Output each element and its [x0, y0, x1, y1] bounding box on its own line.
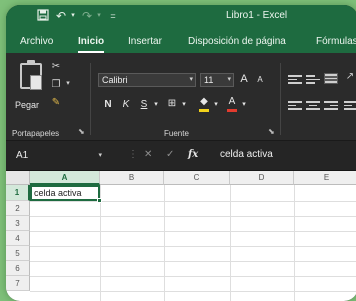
underline-dropdown-icon[interactable]: ▾ — [150, 100, 162, 108]
window-title: Libro1 - Excel — [226, 10, 288, 21]
active-cell-a1[interactable]: celda activa — [30, 185, 100, 201]
row-gridline — [30, 201, 356, 202]
cancel-icon[interactable]: ✕ — [144, 149, 152, 160]
font-color-swatch — [227, 109, 237, 112]
group-divider — [90, 63, 91, 135]
excel-window: ↶ ▾ ↷ ▾ = Libro1 - Excel Archivo Inicio … — [6, 5, 356, 301]
borders-icon[interactable]: ⊞ — [166, 98, 178, 109]
format-painter-icon[interactable]: ✎ — [50, 97, 62, 108]
bold-button[interactable]: N — [102, 99, 114, 110]
row-gridline — [30, 291, 356, 292]
font-color-dropdown-icon[interactable]: ▾ — [238, 100, 250, 108]
align-left-icon[interactable] — [288, 101, 302, 112]
clipboard-dialog-launcher-icon[interactable]: ⬊ — [78, 127, 85, 136]
column-header-a[interactable]: A — [30, 171, 100, 185]
font-size-select[interactable]: 11 ▾ — [200, 73, 234, 87]
row-gridline — [30, 216, 356, 217]
tab-inicio[interactable]: Inicio — [78, 36, 105, 53]
fill-color-icon[interactable]: ◆ — [198, 96, 210, 107]
column-gridline — [164, 185, 165, 301]
more-options-icon[interactable]: ⋮ — [128, 149, 138, 160]
align-center-icon[interactable] — [306, 101, 320, 112]
align-top-icon[interactable] — [288, 75, 302, 86]
ribbon-tabs: Archivo Inicio Insertar Disposición de p… — [6, 27, 356, 53]
column-header-c[interactable]: C — [164, 171, 230, 185]
worksheet-grid[interactable]: A B C D E 1 2 3 4 5 6 7 celda activa — [6, 171, 356, 301]
chevron-down-icon: ▾ — [227, 76, 231, 83]
ribbon: Pegar ✂ ❐ ▾ ✎ Portapapeles ⬊ Calibri ▾ 1… — [6, 53, 356, 141]
column-gridline — [230, 185, 231, 301]
customize-toolbar-icon[interactable]: = — [106, 9, 120, 23]
column-header-e[interactable]: E — [294, 171, 356, 185]
row-header-5[interactable]: 5 — [6, 246, 30, 261]
column-header-b[interactable]: B — [100, 171, 164, 185]
fill-handle[interactable] — [97, 198, 102, 203]
cut-icon[interactable]: ✂ — [50, 61, 62, 72]
save-icon[interactable] — [36, 9, 50, 23]
row-gridline — [30, 261, 356, 262]
undo-dropdown-icon[interactable]: ▾ — [66, 9, 80, 23]
align-middle-icon[interactable] — [306, 75, 320, 86]
row-header-1[interactable]: 1 — [6, 185, 30, 201]
chevron-down-icon: ▾ — [189, 76, 193, 83]
row-header-7[interactable]: 7 — [6, 276, 30, 291]
font-dialog-launcher-icon[interactable]: ⬊ — [268, 127, 275, 136]
column-gridline — [294, 185, 295, 301]
align-bottom-icon[interactable] — [324, 73, 338, 84]
row-header-4[interactable]: 4 — [6, 231, 30, 246]
grow-font-button[interactable]: A — [238, 73, 250, 85]
tab-insertar[interactable]: Insertar — [128, 36, 162, 47]
fill-color-swatch — [199, 109, 209, 112]
font-name-select[interactable]: Calibri ▾ — [98, 73, 196, 87]
row-gridline — [30, 231, 356, 232]
clipboard-group-label: Portapapeles — [12, 129, 60, 138]
select-all-button[interactable] — [6, 171, 30, 185]
font-color-icon[interactable]: A — [226, 96, 238, 107]
column-header-d[interactable]: D — [230, 171, 294, 185]
decrease-indent-icon[interactable] — [344, 101, 356, 112]
tab-disposicion-pagina[interactable]: Disposición de página — [188, 36, 286, 47]
borders-dropdown-icon[interactable]: ▾ — [178, 100, 190, 108]
copy-icon[interactable]: ❐ — [50, 79, 62, 90]
title-bar: ↶ ▾ ↷ ▾ = Libro1 - Excel — [6, 5, 356, 27]
align-right-icon[interactable] — [324, 101, 338, 112]
row-gridline — [30, 246, 356, 247]
formula-bar: A1 ▾ ⋮ ✕ ✓ fx celda activa — [6, 141, 356, 171]
tab-archivo[interactable]: Archivo — [20, 36, 53, 47]
formula-input[interactable]: celda activa — [220, 149, 273, 160]
chevron-down-icon: ▾ — [98, 152, 102, 159]
enter-icon[interactable]: ✓ — [166, 149, 174, 160]
name-box[interactable]: A1 ▾ — [10, 147, 106, 165]
font-group-label: Fuente — [164, 129, 189, 138]
copy-dropdown-icon[interactable]: ▾ — [62, 79, 74, 87]
insert-function-button[interactable]: fx — [188, 149, 198, 160]
orientation-icon[interactable]: ↗ — [344, 71, 356, 82]
group-divider — [280, 63, 281, 135]
row-header-2[interactable]: 2 — [6, 201, 30, 216]
row-header-6[interactable]: 6 — [6, 261, 30, 276]
italic-button[interactable]: K — [120, 99, 132, 110]
row-header-3[interactable]: 3 — [6, 216, 30, 231]
underline-button[interactable]: S — [138, 99, 150, 110]
shrink-font-button[interactable]: A — [254, 75, 266, 84]
tab-formulas[interactable]: Fórmulas — [316, 36, 356, 47]
fill-color-dropdown-icon[interactable]: ▾ — [210, 100, 222, 108]
row-gridline — [30, 276, 356, 277]
redo-dropdown-icon[interactable]: ▾ — [92, 9, 106, 23]
